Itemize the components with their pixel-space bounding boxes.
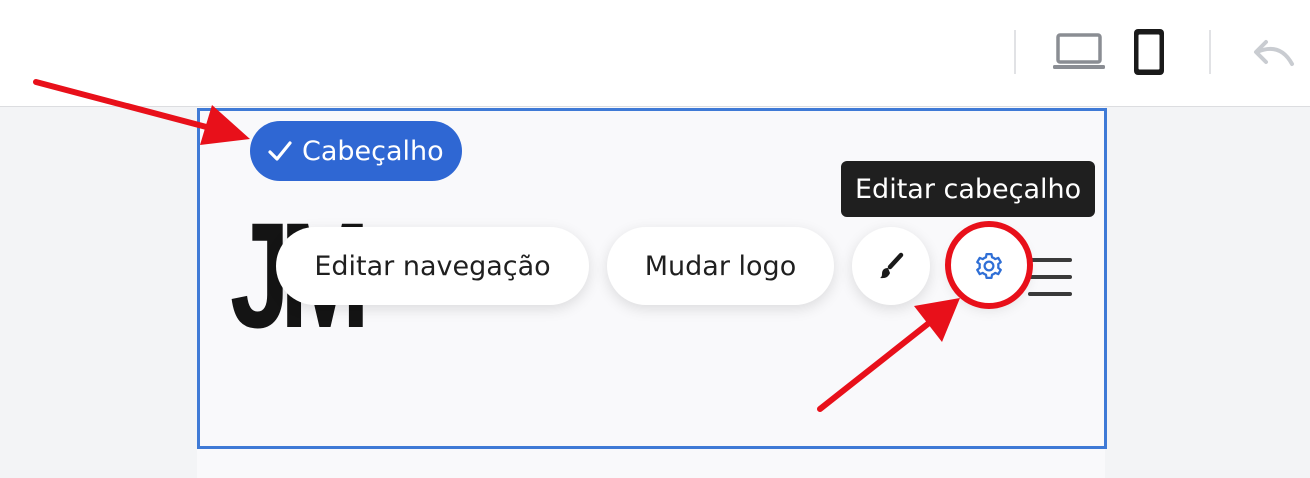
section-badge-label: Cabeçalho [302,135,444,167]
check-icon [268,141,292,161]
header-style-button[interactable] [852,227,930,305]
edit-navigation-label: Editar navegação [314,250,551,282]
toolbar-divider [1014,30,1016,74]
editor-toolbar [0,0,1310,107]
change-logo-label: Mudar logo [644,250,797,282]
settings-tooltip: Editar cabeçalho [841,161,1096,217]
brush-icon [880,252,904,279]
section-badge: Cabeçalho [250,121,462,181]
undo-icon [1254,40,1294,66]
change-logo-button[interactable]: Mudar logo [607,227,834,305]
mobile-view-button[interactable] [1130,26,1168,78]
hamburger-icon[interactable] [1028,258,1072,298]
undo-button[interactable] [1246,36,1300,70]
annotation-highlight-circle [945,221,1033,309]
toolbar-divider [1209,30,1211,74]
laptop-icon [1053,33,1105,69]
smartphone-icon [1134,29,1164,75]
edit-navigation-button[interactable]: Editar navegação [276,227,589,305]
desktop-view-button[interactable] [1048,30,1110,74]
